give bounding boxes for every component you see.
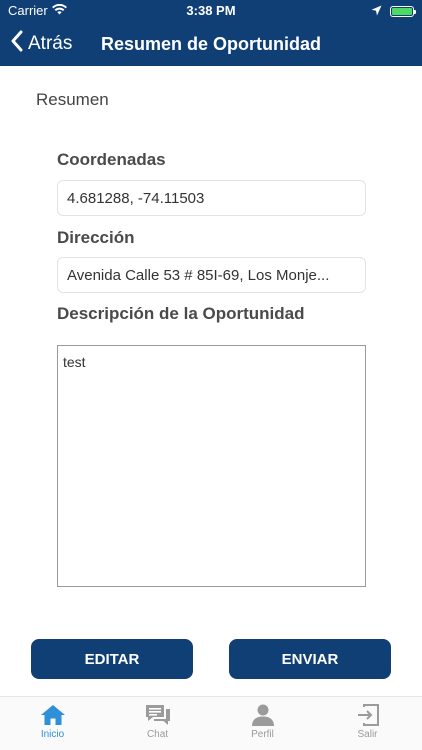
person-icon [210, 703, 315, 727]
tab-perfil[interactable]: Perfil [210, 703, 315, 749]
tab-chat-label: Chat [146, 729, 169, 740]
screen: Carrier 3:38 PM Atrás Resumen de Oportun… [0, 0, 422, 750]
coordinates-label: Coordenadas [57, 150, 166, 169]
description-label: Descripción de la Oportunidad [57, 304, 305, 323]
coordinates-field[interactable] [57, 180, 366, 216]
top-bar: Carrier 3:38 PM Atrás Resumen de Oportun… [0, 0, 422, 66]
tab-salir[interactable]: Salir [315, 703, 420, 749]
tab-perfil-label: Perfil [251, 729, 274, 740]
navigation-bar: Atrás Resumen de Oportunidad [0, 22, 422, 66]
send-button[interactable]: ENVIAR [229, 639, 391, 679]
chat-icon [105, 703, 210, 727]
tab-inicio-label: Inicio [40, 729, 65, 740]
tab-chat[interactable]: Chat [105, 703, 210, 749]
tab-salir-label: Salir [357, 729, 378, 740]
logout-icon [315, 703, 420, 727]
description-textarea[interactable]: test [57, 345, 366, 587]
edit-button[interactable]: EDITAR [31, 639, 193, 679]
home-icon [0, 703, 105, 727]
page-title: Resumen de Oportunidad [100, 34, 322, 54]
status-time: 3:38 PM [186, 3, 236, 18]
battery-icon [390, 6, 416, 17]
tab-inicio[interactable]: Inicio [0, 703, 105, 749]
address-label: Dirección [57, 228, 135, 247]
location-arrow-icon [371, 4, 382, 19]
address-field[interactable] [57, 257, 366, 293]
status-bar: Carrier 3:38 PM [0, 0, 422, 22]
status-right [371, 4, 416, 19]
tab-bar: Inicio Chat Perfil Salir [0, 696, 422, 750]
section-title: Resumen [36, 90, 109, 109]
